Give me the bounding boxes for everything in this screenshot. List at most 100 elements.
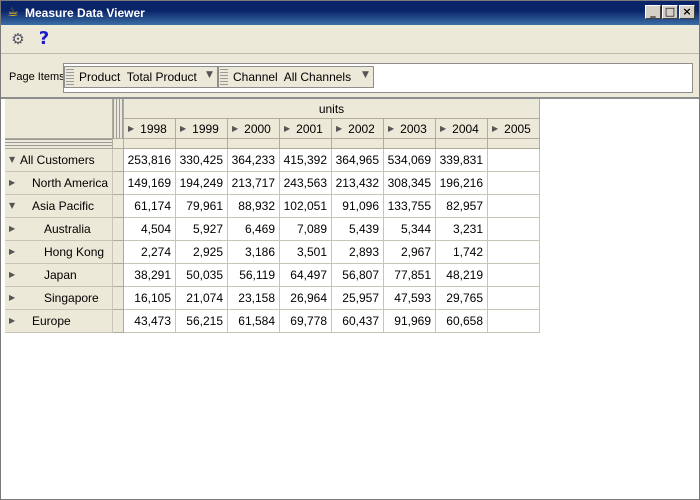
row-header[interactable]: ▼ All Customers — [5, 149, 113, 172]
data-cell[interactable]: 61,584 — [228, 310, 280, 333]
data-cell[interactable]: 213,432 — [332, 172, 384, 195]
data-cell[interactable]: 38,291 — [124, 264, 176, 287]
column-header-2001[interactable]: ▶ 2001 — [280, 119, 332, 139]
data-cell[interactable]: 194,249 — [176, 172, 228, 195]
chevron-down-icon[interactable]: ▼ — [362, 70, 369, 80]
collapse-arrow-icon[interactable]: ▼ — [9, 149, 15, 171]
expand-arrow-icon[interactable]: ▶ — [284, 119, 290, 138]
data-cell[interactable]: 5,344 — [384, 218, 436, 241]
data-cell[interactable]: 4,504 — [124, 218, 176, 241]
column-header-1999[interactable]: ▶ 1999 — [176, 119, 228, 139]
expand-arrow-icon[interactable]: ▶ — [388, 119, 394, 138]
data-cell[interactable]: 3,186 — [228, 241, 280, 264]
data-cell[interactable]: 47,593 — [384, 287, 436, 310]
row-header[interactable]: ▶ Australia — [5, 218, 113, 241]
minimize-button[interactable]: _ — [645, 5, 661, 19]
data-cell[interactable]: 82,957 — [436, 195, 488, 218]
data-cell[interactable]: 2,925 — [176, 241, 228, 264]
column-header-2002[interactable]: ▶ 2002 — [332, 119, 384, 139]
data-cell[interactable]: 339,831 — [436, 149, 488, 172]
data-cell[interactable]: 2,967 — [384, 241, 436, 264]
data-cell[interactable]: 133,755 — [384, 195, 436, 218]
expand-arrow-icon[interactable]: ▶ — [440, 119, 446, 138]
help-icon[interactable]: ? — [33, 29, 55, 49]
query-wizard-icon[interactable]: ⚙ — [7, 29, 29, 49]
data-cell[interactable]: 25,957 — [332, 287, 384, 310]
data-cell[interactable]: 364,965 — [332, 149, 384, 172]
expand-arrow-icon[interactable]: ▶ — [336, 119, 342, 138]
data-cell[interactable]: 16,105 — [124, 287, 176, 310]
data-cell[interactable]: 56,119 — [228, 264, 280, 287]
expand-arrow-icon[interactable]: ▶ — [9, 310, 15, 332]
title-bar[interactable]: ☕ Measure Data Viewer _ □ × — [1, 1, 699, 25]
data-cell[interactable] — [488, 264, 540, 287]
data-cell[interactable]: 91,969 — [384, 310, 436, 333]
data-cell[interactable]: 149,169 — [124, 172, 176, 195]
chevron-down-icon[interactable]: ▼ — [206, 70, 213, 80]
expand-arrow-icon[interactable]: ▶ — [180, 119, 186, 138]
expand-arrow-icon[interactable]: ▶ — [9, 241, 15, 263]
drag-handle-icon[interactable] — [220, 69, 228, 85]
data-cell[interactable]: 5,927 — [176, 218, 228, 241]
data-cell[interactable]: 3,231 — [436, 218, 488, 241]
drag-handle-icon[interactable] — [66, 69, 74, 85]
row-dimension-handle[interactable] — [5, 139, 113, 149]
data-cell[interactable]: 48,219 — [436, 264, 488, 287]
column-header-1998[interactable]: ▶ 1998 — [124, 119, 176, 139]
data-cell[interactable]: 1,742 — [436, 241, 488, 264]
row-header[interactable]: ▶ Singapore — [5, 287, 113, 310]
column-header-2004[interactable]: ▶ 2004 — [436, 119, 488, 139]
data-cell[interactable]: 253,816 — [124, 149, 176, 172]
data-cell[interactable]: 91,096 — [332, 195, 384, 218]
row-header[interactable]: ▶ Japan — [5, 264, 113, 287]
data-cell[interactable] — [488, 287, 540, 310]
column-header-2003[interactable]: ▶ 2003 — [384, 119, 436, 139]
data-cell[interactable]: 29,765 — [436, 287, 488, 310]
data-cell[interactable]: 50,035 — [176, 264, 228, 287]
data-cell[interactable]: 364,233 — [228, 149, 280, 172]
expand-arrow-icon[interactable]: ▶ — [9, 264, 15, 286]
channel-dimension-selector[interactable]: Channel All Channels ▼ — [218, 66, 374, 88]
product-dimension-selector[interactable]: Product Total Product ▼ — [64, 66, 218, 88]
expand-arrow-icon[interactable]: ▶ — [9, 218, 15, 240]
data-cell[interactable]: 64,497 — [280, 264, 332, 287]
column-header-2005[interactable]: ▶ 2005 — [488, 119, 540, 139]
data-cell[interactable]: 21,074 — [176, 287, 228, 310]
data-cell[interactable]: 213,717 — [228, 172, 280, 195]
expand-arrow-icon[interactable]: ▶ — [232, 119, 238, 138]
data-cell[interactable]: 330,425 — [176, 149, 228, 172]
row-header[interactable]: ▼ Asia Pacific — [5, 195, 113, 218]
data-cell[interactable] — [488, 218, 540, 241]
data-cell[interactable]: 5,439 — [332, 218, 384, 241]
data-cell[interactable]: 6,469 — [228, 218, 280, 241]
data-cell[interactable]: 243,563 — [280, 172, 332, 195]
data-cell[interactable]: 43,473 — [124, 310, 176, 333]
data-cell[interactable]: 26,964 — [280, 287, 332, 310]
data-cell[interactable]: 2,893 — [332, 241, 384, 264]
data-cell[interactable]: 196,216 — [436, 172, 488, 195]
data-cell[interactable]: 308,345 — [384, 172, 436, 195]
data-cell[interactable]: 23,158 — [228, 287, 280, 310]
row-header[interactable]: ▶ Europe — [5, 310, 113, 333]
data-cell[interactable]: 7,089 — [280, 218, 332, 241]
data-cell[interactable]: 60,658 — [436, 310, 488, 333]
row-header[interactable]: ▶ North America — [5, 172, 113, 195]
data-cell[interactable]: 2,274 — [124, 241, 176, 264]
maximize-button[interactable]: □ — [662, 5, 678, 19]
data-cell[interactable]: 56,807 — [332, 264, 384, 287]
data-cell[interactable]: 77,851 — [384, 264, 436, 287]
expand-arrow-icon[interactable]: ▶ — [492, 119, 498, 138]
data-cell[interactable] — [488, 195, 540, 218]
column-header-2000[interactable]: ▶ 2000 — [228, 119, 280, 139]
data-cell[interactable]: 61,174 — [124, 195, 176, 218]
data-cell[interactable]: 88,932 — [228, 195, 280, 218]
data-cell[interactable]: 60,437 — [332, 310, 384, 333]
data-cell[interactable]: 415,392 — [280, 149, 332, 172]
row-header[interactable]: ▶ Hong Kong — [5, 241, 113, 264]
data-cell[interactable]: 3,501 — [280, 241, 332, 264]
data-cell[interactable] — [488, 172, 540, 195]
expand-arrow-icon[interactable]: ▶ — [9, 172, 15, 194]
data-cell[interactable] — [488, 149, 540, 172]
data-cell[interactable]: 56,215 — [176, 310, 228, 333]
expand-arrow-icon[interactable]: ▶ — [9, 287, 15, 309]
